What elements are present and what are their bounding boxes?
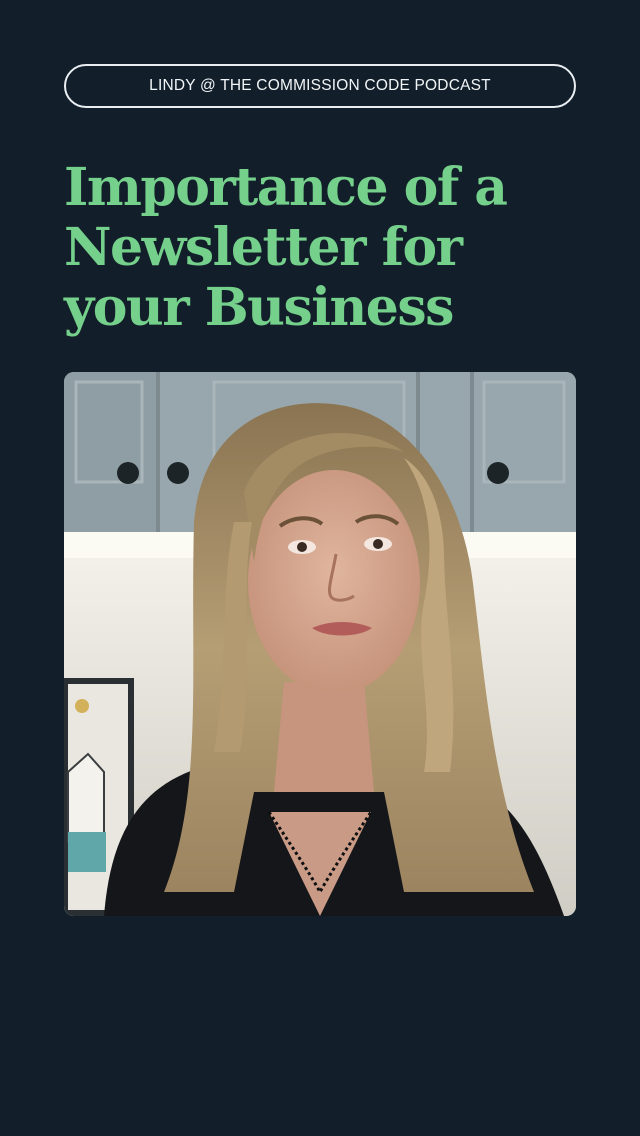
headline-title: Importance of a Newsletter for your Busi… [64,158,584,338]
headline-line-2: Newsletter for [64,217,463,278]
video-frame[interactable] [64,372,576,916]
headline-line-1: Importance of a [64,157,508,218]
podcast-label-text: LINDY @ THE COMMISSION CODE PODCAST [149,77,491,94]
podcast-label-pill: LINDY @ THE COMMISSION CODE PODCAST [64,64,576,108]
headline-line-3: your Business [64,277,454,338]
speaker-video-illustration [64,372,576,916]
